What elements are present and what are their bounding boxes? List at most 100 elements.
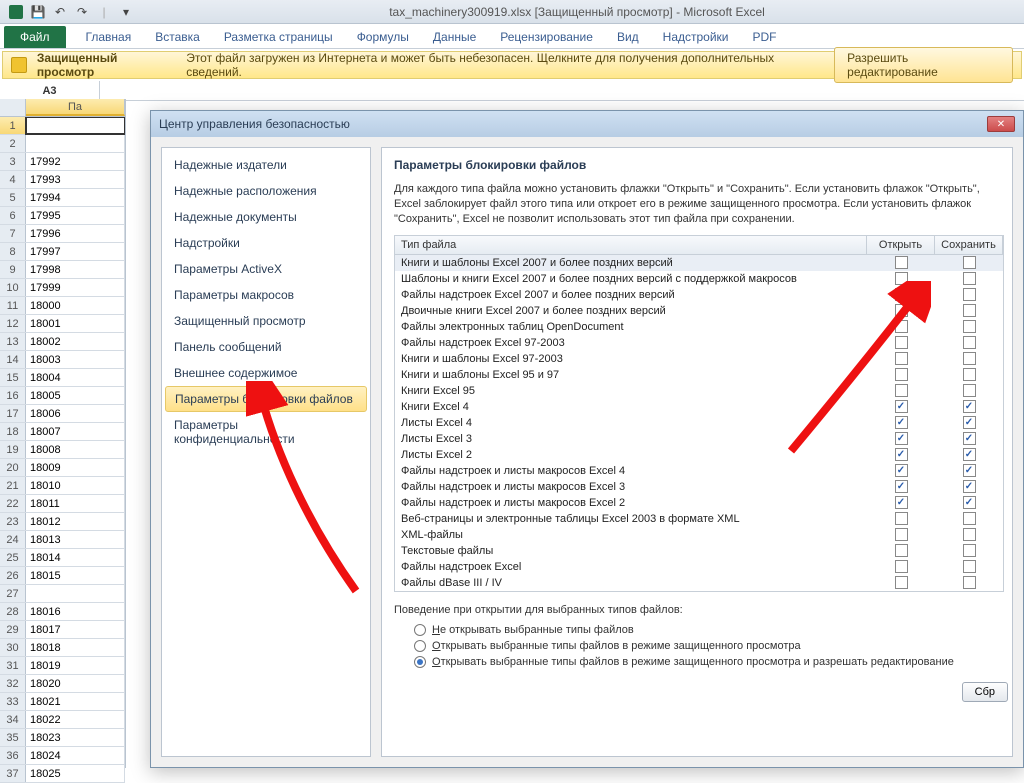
col-save[interactable]: Сохранить	[935, 236, 1003, 254]
protected-view-bar[interactable]: Защищенный просмотр Этот файл загружен и…	[2, 51, 1022, 79]
save-icon[interactable]: 💾	[28, 2, 48, 22]
open-behavior-radio[interactable]: Открывать выбранные типы файлов в режиме…	[394, 654, 1004, 670]
file-type-row[interactable]: Файлы надстроек и листы макросов Excel 3	[395, 479, 1003, 495]
cell[interactable]: 18019	[26, 657, 125, 674]
cell[interactable]: 18010	[26, 477, 125, 494]
trust-center-nav-item[interactable]: Параметры блокировки файлов	[165, 386, 367, 412]
ribbon-tab[interactable]: Рецензирование	[488, 26, 605, 48]
trust-center-nav-item[interactable]: Надежные расположения	[162, 178, 370, 204]
open-checkbox[interactable]	[895, 400, 908, 413]
cell[interactable]: 18011	[26, 495, 125, 512]
row-header[interactable]: 6	[0, 207, 26, 224]
row-header[interactable]: 22	[0, 495, 26, 512]
trust-center-nav-item[interactable]: Внешнее содержимое	[162, 360, 370, 386]
close-icon[interactable]: ✕	[987, 116, 1015, 132]
row-header[interactable]: 15	[0, 369, 26, 386]
cell[interactable]: 17993	[26, 171, 125, 188]
open-checkbox[interactable]	[895, 560, 908, 573]
row-header[interactable]: 8	[0, 243, 26, 260]
cell[interactable]: 18008	[26, 441, 125, 458]
row-header[interactable]: 26	[0, 567, 26, 584]
row-header[interactable]: 2	[0, 135, 26, 152]
trust-center-nav-item[interactable]: Панель сообщений	[162, 334, 370, 360]
row-header[interactable]: 7	[0, 225, 26, 242]
cell[interactable]: 18016	[26, 603, 125, 620]
file-type-row[interactable]: Книги Excel 4	[395, 399, 1003, 415]
open-checkbox[interactable]	[895, 496, 908, 509]
ribbon-tab[interactable]: Вставка	[143, 26, 212, 48]
save-checkbox[interactable]	[963, 512, 976, 525]
row-header[interactable]: 11	[0, 297, 26, 314]
ribbon-tab[interactable]: Формулы	[345, 26, 421, 48]
file-type-row[interactable]: Файлы надстроек Excel 2007 и более поздн…	[395, 287, 1003, 303]
file-type-row[interactable]: Веб-страницы и электронные таблицы Excel…	[395, 511, 1003, 527]
cell[interactable]: 17994	[26, 189, 125, 206]
open-checkbox[interactable]	[895, 448, 908, 461]
open-checkbox[interactable]	[895, 384, 908, 397]
open-checkbox[interactable]	[895, 352, 908, 365]
open-checkbox[interactable]	[895, 256, 908, 269]
row-header[interactable]: 9	[0, 261, 26, 278]
redo-icon[interactable]: ↷	[72, 2, 92, 22]
save-checkbox[interactable]	[963, 384, 976, 397]
open-checkbox[interactable]	[895, 288, 908, 301]
reset-defaults-button[interactable]: Сбр	[962, 682, 1008, 702]
column-header-A[interactable]: Па	[26, 99, 125, 116]
cell[interactable]: 18009	[26, 459, 125, 476]
row-header[interactable]: 16	[0, 387, 26, 404]
name-box[interactable]: A3	[0, 81, 100, 100]
col-file-type[interactable]: Тип файла	[395, 236, 867, 254]
save-checkbox[interactable]	[963, 368, 976, 381]
excel-icon[interactable]	[6, 2, 26, 22]
row-header[interactable]: 36	[0, 747, 26, 764]
cell[interactable]: 18000	[26, 297, 125, 314]
open-checkbox[interactable]	[895, 304, 908, 317]
row-header[interactable]: 12	[0, 315, 26, 332]
qat-more-icon[interactable]: ▾	[116, 2, 136, 22]
save-checkbox[interactable]	[963, 560, 976, 573]
row-header[interactable]: 13	[0, 333, 26, 350]
open-checkbox[interactable]	[895, 320, 908, 333]
row-header[interactable]: 10	[0, 279, 26, 296]
open-checkbox[interactable]	[895, 416, 908, 429]
save-checkbox[interactable]	[963, 448, 976, 461]
cell[interactable]: 18004	[26, 369, 125, 386]
cell[interactable]: 18013	[26, 531, 125, 548]
trust-center-nav-item[interactable]: Параметры макросов	[162, 282, 370, 308]
save-checkbox[interactable]	[963, 544, 976, 557]
ribbon-tab[interactable]: Разметка страницы	[212, 26, 345, 48]
row-header[interactable]: 25	[0, 549, 26, 566]
file-type-row[interactable]: Файлы надстроек Excel	[395, 559, 1003, 575]
open-checkbox[interactable]	[895, 272, 908, 285]
save-checkbox[interactable]	[963, 496, 976, 509]
row-header[interactable]: 28	[0, 603, 26, 620]
row-header[interactable]: 24	[0, 531, 26, 548]
open-checkbox[interactable]	[895, 432, 908, 445]
row-header[interactable]: 19	[0, 441, 26, 458]
save-checkbox[interactable]	[963, 320, 976, 333]
file-tab[interactable]: Файл	[4, 26, 66, 48]
file-type-row[interactable]: Листы Excel 3	[395, 431, 1003, 447]
file-type-row[interactable]: Шаблоны и книги Excel 2007 и более поздн…	[395, 271, 1003, 287]
save-checkbox[interactable]	[963, 352, 976, 365]
cell[interactable]: 18018	[26, 639, 125, 656]
open-checkbox[interactable]	[895, 544, 908, 557]
trust-center-nav-item[interactable]: Параметры конфиденциальности	[162, 412, 370, 452]
row-header[interactable]: 5	[0, 189, 26, 206]
ribbon-tab[interactable]: Вид	[605, 26, 651, 48]
open-behavior-radio[interactable]: Не открывать выбранные типы файлов	[394, 622, 1004, 638]
save-checkbox[interactable]	[963, 256, 976, 269]
open-checkbox[interactable]	[895, 576, 908, 589]
col-open[interactable]: Открыть	[867, 236, 935, 254]
cell[interactable]: 18012	[26, 513, 125, 530]
file-type-row[interactable]: Двоичные книги Excel 2007 и более поздни…	[395, 303, 1003, 319]
cell[interactable]	[26, 585, 125, 602]
cell[interactable]: 18015	[26, 567, 125, 584]
cell[interactable]: 17995	[26, 207, 125, 224]
save-checkbox[interactable]	[963, 336, 976, 349]
file-type-row[interactable]: Файлы надстроек и листы макросов Excel 2	[395, 495, 1003, 511]
row-header[interactable]: 21	[0, 477, 26, 494]
row-header[interactable]: 29	[0, 621, 26, 638]
open-checkbox[interactable]	[895, 480, 908, 493]
ribbon-tab[interactable]: PDF	[741, 26, 789, 48]
